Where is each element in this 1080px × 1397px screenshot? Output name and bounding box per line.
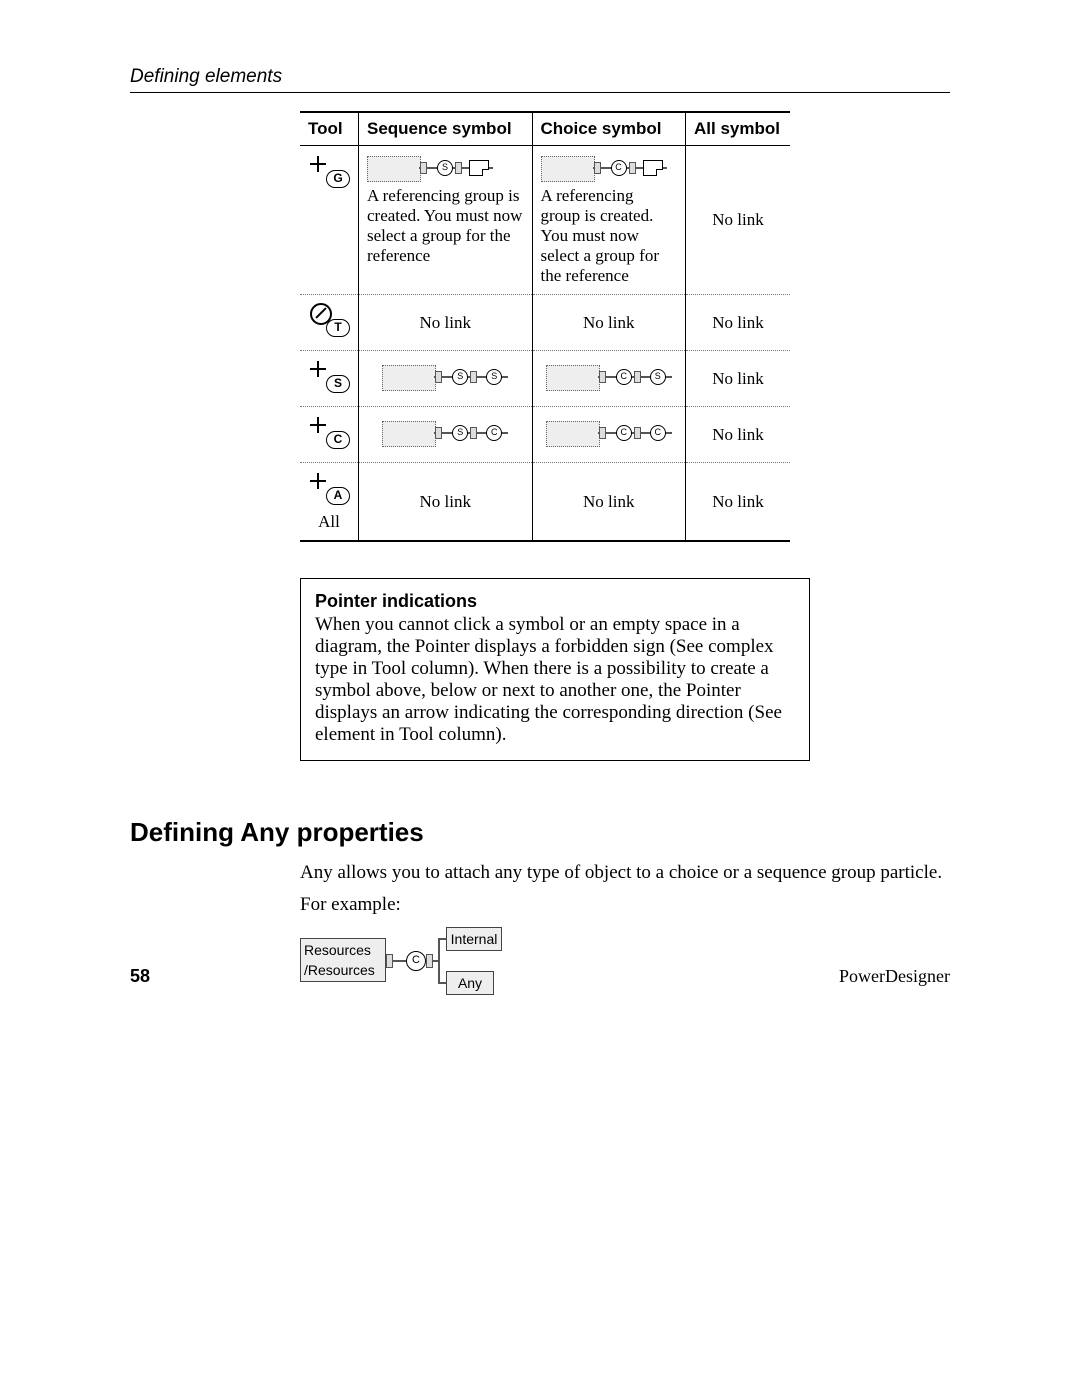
- choice-cell: No link: [532, 295, 686, 351]
- seq-text: A referencing group is created. You must…: [367, 186, 524, 266]
- choice-text: A referencing group is created. You must…: [541, 186, 678, 286]
- seq-cell: No link: [359, 295, 533, 351]
- letter-bubble: G: [326, 170, 350, 188]
- pointer-indications-note: Pointer indications When you cannot clic…: [300, 578, 810, 761]
- all-cell: No link: [686, 146, 790, 295]
- section-heading: Defining Any properties: [130, 817, 950, 848]
- resources-open: Resources: [304, 942, 371, 958]
- tool-label: All: [308, 512, 350, 532]
- table-row: A All No link No link No link: [300, 463, 790, 542]
- tool-cell: C: [300, 407, 359, 463]
- running-head: Defining elements: [130, 66, 950, 93]
- all-cell: No link: [686, 463, 790, 542]
- crosshair-c-icon: C: [308, 415, 350, 449]
- th-choice: Choice symbol: [532, 112, 686, 146]
- section-p1: Any allows you to attach any type of obj…: [300, 862, 950, 884]
- chain-ss-diagram-icon: S S: [382, 363, 508, 391]
- chain-cc-diagram-icon: C C: [546, 419, 672, 447]
- th-seq: Sequence symbol: [359, 112, 533, 146]
- product-name: PowerDesigner: [839, 966, 950, 987]
- note-title: Pointer indications: [315, 591, 795, 612]
- table-row: T No link No link No link: [300, 295, 790, 351]
- seq-cell: S A referencing group is created. You mu…: [359, 146, 533, 295]
- ref-choice-diagram-icon: C: [541, 154, 667, 182]
- body-column: Tool Sequence symbol Choice symbol All s…: [300, 111, 950, 761]
- tool-cell: A All: [300, 463, 359, 542]
- all-cell: No link: [686, 407, 790, 463]
- choice-cell: C S: [532, 351, 686, 407]
- crosshair-g-icon: G: [308, 154, 350, 188]
- page: Defining elements Tool Sequence symbol C…: [0, 0, 1080, 1397]
- forbidden-t-icon: T: [308, 303, 350, 337]
- tool-cell: S: [300, 351, 359, 407]
- tool-cell: G: [300, 146, 359, 295]
- th-all: All symbol: [686, 112, 790, 146]
- choice-cell: No link: [532, 463, 686, 542]
- chain-cs-diagram-icon: C S: [546, 363, 672, 391]
- choice-cell: C A referencing group is created. You mu…: [532, 146, 686, 295]
- crosshair-s-icon: S: [308, 359, 350, 393]
- note-body: When you cannot click a symbol or an emp…: [315, 614, 795, 746]
- table-row: G S A referencing group is created. Yo: [300, 146, 790, 295]
- seq-cell: No link: [359, 463, 533, 542]
- choice-cell: C C: [532, 407, 686, 463]
- seq-cell: S C: [359, 407, 533, 463]
- table-row: S S S: [300, 351, 790, 407]
- all-cell: No link: [686, 295, 790, 351]
- page-number: 58: [130, 966, 150, 987]
- internal-node: Internal: [446, 927, 502, 951]
- chain-sc-diagram-icon: S C: [382, 419, 508, 447]
- tool-cell: T: [300, 295, 359, 351]
- page-footer: 58 PowerDesigner: [130, 966, 950, 987]
- tool-table: Tool Sequence symbol Choice symbol All s…: [300, 111, 790, 542]
- seq-cell: S S: [359, 351, 533, 407]
- crosshair-a-icon: A: [308, 471, 350, 505]
- table-row: C S C: [300, 407, 790, 463]
- all-cell: No link: [686, 351, 790, 407]
- section-p2: For example:: [300, 894, 950, 916]
- th-tool: Tool: [300, 112, 359, 146]
- ref-seq-diagram-icon: S: [367, 154, 493, 182]
